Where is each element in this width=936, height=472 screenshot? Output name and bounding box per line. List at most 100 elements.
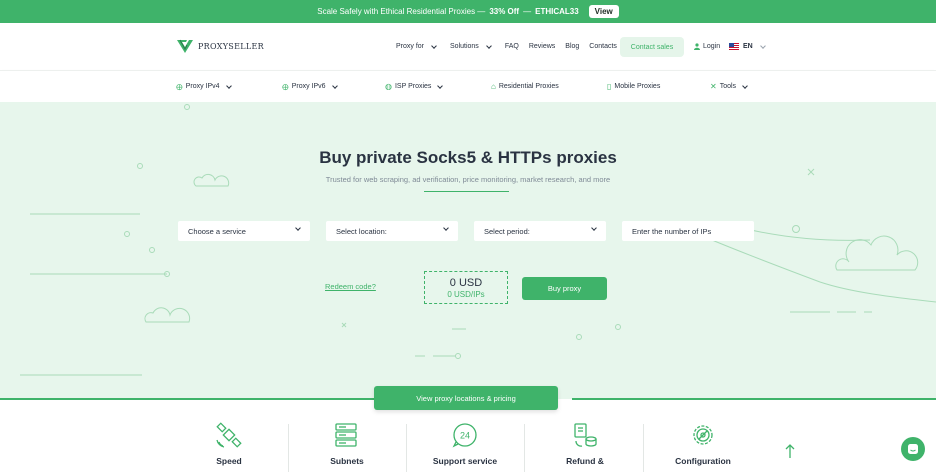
chevron-down-icon: [591, 225, 597, 231]
gear-icon: [693, 425, 713, 445]
support-24-icon: 24: [452, 423, 477, 448]
feature-configuration: Configuration: [644, 422, 762, 466]
subnav-proxy-ipv4[interactable]: 🜨 Proxy IPv4: [176, 71, 232, 102]
logo-mark-icon: [177, 39, 193, 53]
divider-right: [572, 398, 936, 400]
nav-solutions[interactable]: Solutions: [450, 42, 492, 50]
login-label: Login: [703, 43, 721, 50]
price-display: 0 USD 0 USD/IPs: [424, 271, 508, 304]
redeem-code-link[interactable]: Redeem code?: [325, 282, 376, 291]
user-icon: [694, 43, 700, 50]
product-subnav: 🜨 Proxy IPv4 🜨 Proxy IPv6 ◍ ISP Proxies …: [0, 70, 936, 102]
nav-proxy-for-label: Proxy for: [396, 43, 425, 50]
hero-underline: [424, 191, 509, 192]
globe-icon: 🜨: [176, 83, 183, 92]
contact-sales-button[interactable]: Contact sales: [620, 37, 684, 57]
tools-icon: ✕: [710, 82, 717, 91]
ip-count-placeholder: Enter the number of IPs: [632, 226, 712, 236]
subnav-isp-proxies[interactable]: ◍ ISP Proxies: [385, 71, 444, 102]
feature-subnets-label: Subnets: [330, 456, 364, 466]
feature-support-label: Support service: [432, 456, 498, 466]
feature-speed-label: Speed: [216, 456, 242, 466]
nav-contacts[interactable]: Contacts: [589, 43, 617, 50]
price-per-ip: 0 USD/IPs: [447, 289, 485, 299]
scroll-up-arrow-icon[interactable]: [784, 443, 796, 459]
feature-speed: Speed: [170, 422, 288, 466]
subnav-label: Tools: [719, 83, 737, 90]
server-icon: [335, 423, 357, 447]
promo-text: Scale Safely with Ethical Residential Pr…: [317, 7, 486, 16]
subnav-proxy-ipv6[interactable]: 🜨 Proxy IPv6: [282, 71, 338, 102]
svg-text:24: 24: [460, 431, 470, 441]
location-select[interactable]: Select location:: [326, 221, 458, 241]
chevron-down-icon: [225, 82, 232, 89]
language-label: EN: [743, 43, 753, 50]
chevron-down-icon: [295, 225, 301, 231]
hero-subtitle: Trusted for web scraping, ad verificatio…: [325, 175, 611, 184]
login-link[interactable]: Login: [694, 23, 720, 70]
hero-section: Buy private Socks5 & HTTPs proxies Trust…: [0, 102, 936, 399]
nav-proxy-for[interactable]: Proxy for: [396, 42, 437, 50]
view-locations-button[interactable]: View proxy locations & pricing: [374, 386, 558, 410]
chevron-down-icon: [485, 42, 492, 49]
period-select-value: Select period:: [484, 226, 530, 236]
subnav-label: Proxy IPv6: [291, 83, 326, 90]
mobile-icon: ▯: [607, 82, 612, 91]
nav-contacts-label: Contacts: [589, 43, 617, 50]
refund-icon: [574, 423, 597, 447]
feature-support: 24 Support service: [406, 422, 524, 466]
service-select[interactable]: Choose a service: [178, 221, 310, 241]
promo-discount: 33% Off: [489, 7, 520, 16]
nav-reviews[interactable]: Reviews: [529, 43, 555, 50]
language-selector[interactable]: EN: [729, 23, 766, 70]
nav-faq[interactable]: FAQ: [505, 43, 519, 50]
us-flag-icon: [729, 43, 739, 50]
feature-refund-label: Refund &: [566, 456, 604, 466]
home-icon: ⌂: [491, 82, 496, 91]
location-select-value: Select location:: [336, 226, 387, 236]
feature-configuration-label: Configuration: [675, 456, 731, 466]
chevron-down-icon: [331, 82, 338, 89]
promo-code: ETHICAL33: [535, 7, 579, 16]
chat-icon: [908, 444, 918, 454]
nav-faq-label: FAQ: [504, 43, 519, 50]
chevron-down-icon: [437, 82, 444, 89]
ip-count-input[interactable]: Enter the number of IPs: [622, 221, 754, 241]
chevron-down-icon: [431, 42, 437, 49]
promo-view-button[interactable]: View: [588, 5, 619, 18]
subnav-label: Proxy IPv4: [185, 83, 220, 90]
chevron-down-icon: [759, 42, 766, 49]
hero-title: Buy private Socks5 & HTTPs proxies: [319, 148, 617, 167]
site-header: PROXYSELLER Proxy for Solutions FAQ Revi…: [0, 23, 936, 70]
subnav-residential-proxies[interactable]: ⌂ Residential Proxies: [491, 71, 559, 102]
service-select-value: Choose a service: [188, 226, 246, 236]
chevron-down-icon: [443, 225, 449, 231]
feature-refund: Refund &: [526, 422, 644, 466]
promo-bar: Scale Safely with Ethical Residential Pr…: [0, 0, 936, 23]
subnav-label: ISP Proxies: [394, 83, 432, 90]
promo-dash: —: [523, 7, 532, 16]
logo-text: PROXYSELLER: [198, 41, 264, 51]
features-row: Speed Subnets 24 Support service Refund …: [0, 410, 936, 472]
satellite-icon: [216, 422, 242, 448]
isp-icon: ◍: [385, 82, 392, 91]
globe-icon: 🜨: [282, 83, 289, 92]
logo[interactable]: PROXYSELLER: [176, 38, 264, 54]
subnav-label: Residential Proxies: [498, 83, 559, 90]
subnav-label: Mobile Proxies: [614, 83, 661, 90]
divider-left: [0, 398, 374, 400]
period-select[interactable]: Select period:: [474, 221, 606, 241]
main-nav: Proxy for Solutions FAQ Reviews Blog Con…: [396, 23, 627, 70]
feature-subnets: Subnets: [288, 422, 406, 466]
nav-blog-label: Blog: [565, 43, 580, 50]
nav-reviews-label: Reviews: [528, 43, 556, 50]
price-total: 0 USD: [449, 276, 483, 289]
feature-divider: [524, 424, 525, 472]
nav-blog[interactable]: Blog: [565, 43, 579, 50]
chevron-down-icon: [742, 82, 748, 89]
nav-solutions-label: Solutions: [450, 43, 479, 50]
buy-proxy-button[interactable]: Buy proxy: [522, 277, 607, 300]
live-chat-button[interactable]: [901, 437, 925, 461]
subnav-tools[interactable]: ✕ Tools: [710, 71, 748, 102]
subnav-mobile-proxies[interactable]: ▯ Mobile Proxies: [607, 71, 660, 102]
